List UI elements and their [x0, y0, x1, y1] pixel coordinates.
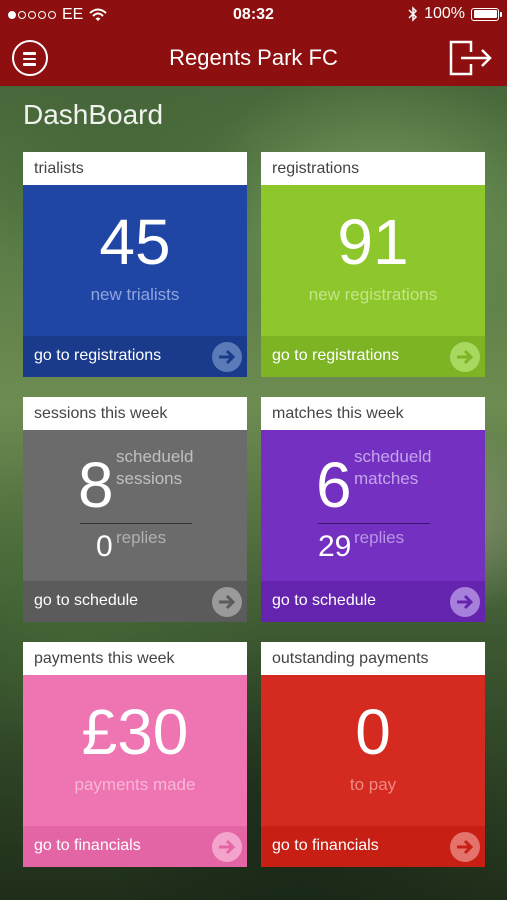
- sessions-replies-label: replies: [116, 528, 167, 547]
- nav-bar: Regents Park FC: [0, 30, 507, 86]
- card-body: 6 schedueld matches 29 replies: [261, 430, 485, 581]
- bluetooth-icon: [408, 6, 418, 22]
- card-body: 91 new registrations: [261, 185, 485, 336]
- footer-link-label: go to financials: [34, 837, 141, 854]
- matches-label: schedueld matches: [354, 447, 432, 488]
- trialists-count: 45: [99, 206, 171, 278]
- battery-percent: 100%: [424, 5, 465, 22]
- logout-icon[interactable]: [449, 40, 493, 76]
- card-header: trialists: [23, 152, 247, 185]
- outstanding-amount: 0: [355, 696, 391, 768]
- sessions-count: 8: [78, 449, 114, 521]
- card-header: outstanding payments: [261, 642, 485, 675]
- status-bar: EE 08:32 100%: [0, 0, 507, 30]
- card-header: registrations: [261, 152, 485, 185]
- sessions-label: schedueld sessions: [116, 447, 194, 488]
- sessions-card: sessions this week 8 schedueld sessions …: [23, 397, 247, 622]
- matches-count: 6: [316, 449, 352, 521]
- arrow-right-icon[interactable]: [450, 832, 480, 862]
- registrations-label: new registrations: [308, 285, 438, 304]
- divider: [318, 523, 430, 524]
- go-to-financials-link[interactable]: go to financials: [23, 826, 247, 867]
- matches-replies-label: replies: [354, 528, 405, 547]
- page-title: DashBoard: [23, 99, 164, 130]
- outstanding-payments-card: outstanding payments 0 to pay go to fina…: [261, 642, 485, 867]
- footer-link-label: go to schedule: [272, 592, 377, 609]
- go-to-schedule-link[interactable]: go to schedule: [23, 581, 247, 622]
- card-header: sessions this week: [23, 397, 247, 430]
- registrations-card: registrations 91 new registrations go to…: [261, 152, 485, 377]
- card-header: payments this week: [23, 642, 247, 675]
- go-to-registrations-link[interactable]: go to registrations: [261, 336, 485, 377]
- sessions-replies-count: 0: [96, 530, 113, 563]
- card-body: 45 new trialists: [23, 185, 247, 336]
- registrations-count: 91: [337, 206, 409, 278]
- card-body: 8 schedueld sessions 0 replies: [23, 430, 247, 581]
- card-body: £30 payments made: [23, 675, 247, 826]
- divider: [80, 523, 192, 524]
- matches-replies-count: 29: [318, 530, 352, 563]
- footer-link-label: go to financials: [272, 837, 379, 854]
- go-to-financials-link[interactable]: go to financials: [261, 826, 485, 867]
- footer-link-label: go to registrations: [272, 347, 400, 364]
- matches-card: matches this week 6 schedueld matches 29…: [261, 397, 485, 622]
- payments-card: payments this week £30 payments made go …: [23, 642, 247, 867]
- trialists-label: new trialists: [90, 285, 180, 304]
- go-to-registrations-link[interactable]: go to registrations: [23, 336, 247, 377]
- footer-link-label: go to registrations: [34, 347, 162, 364]
- status-right: 100%: [408, 5, 502, 23]
- arrow-right-icon[interactable]: [450, 587, 480, 617]
- arrow-right-icon[interactable]: [212, 832, 242, 862]
- battery-icon: [471, 7, 502, 21]
- club-title: Regents Park FC: [169, 45, 338, 70]
- arrow-right-icon[interactable]: [212, 587, 242, 617]
- card-header: matches this week: [261, 397, 485, 430]
- footer-link-label: go to schedule: [34, 592, 139, 609]
- trialists-card: trialists 45 new trialists go to registr…: [23, 152, 247, 377]
- card-body: 0 to pay: [261, 675, 485, 826]
- outstanding-label: to pay: [349, 775, 397, 794]
- go-to-schedule-link[interactable]: go to schedule: [261, 581, 485, 622]
- arrow-right-icon[interactable]: [212, 342, 242, 372]
- arrow-right-icon[interactable]: [450, 342, 480, 372]
- payments-amount: £30: [81, 696, 189, 768]
- payments-label: payments made: [74, 775, 196, 794]
